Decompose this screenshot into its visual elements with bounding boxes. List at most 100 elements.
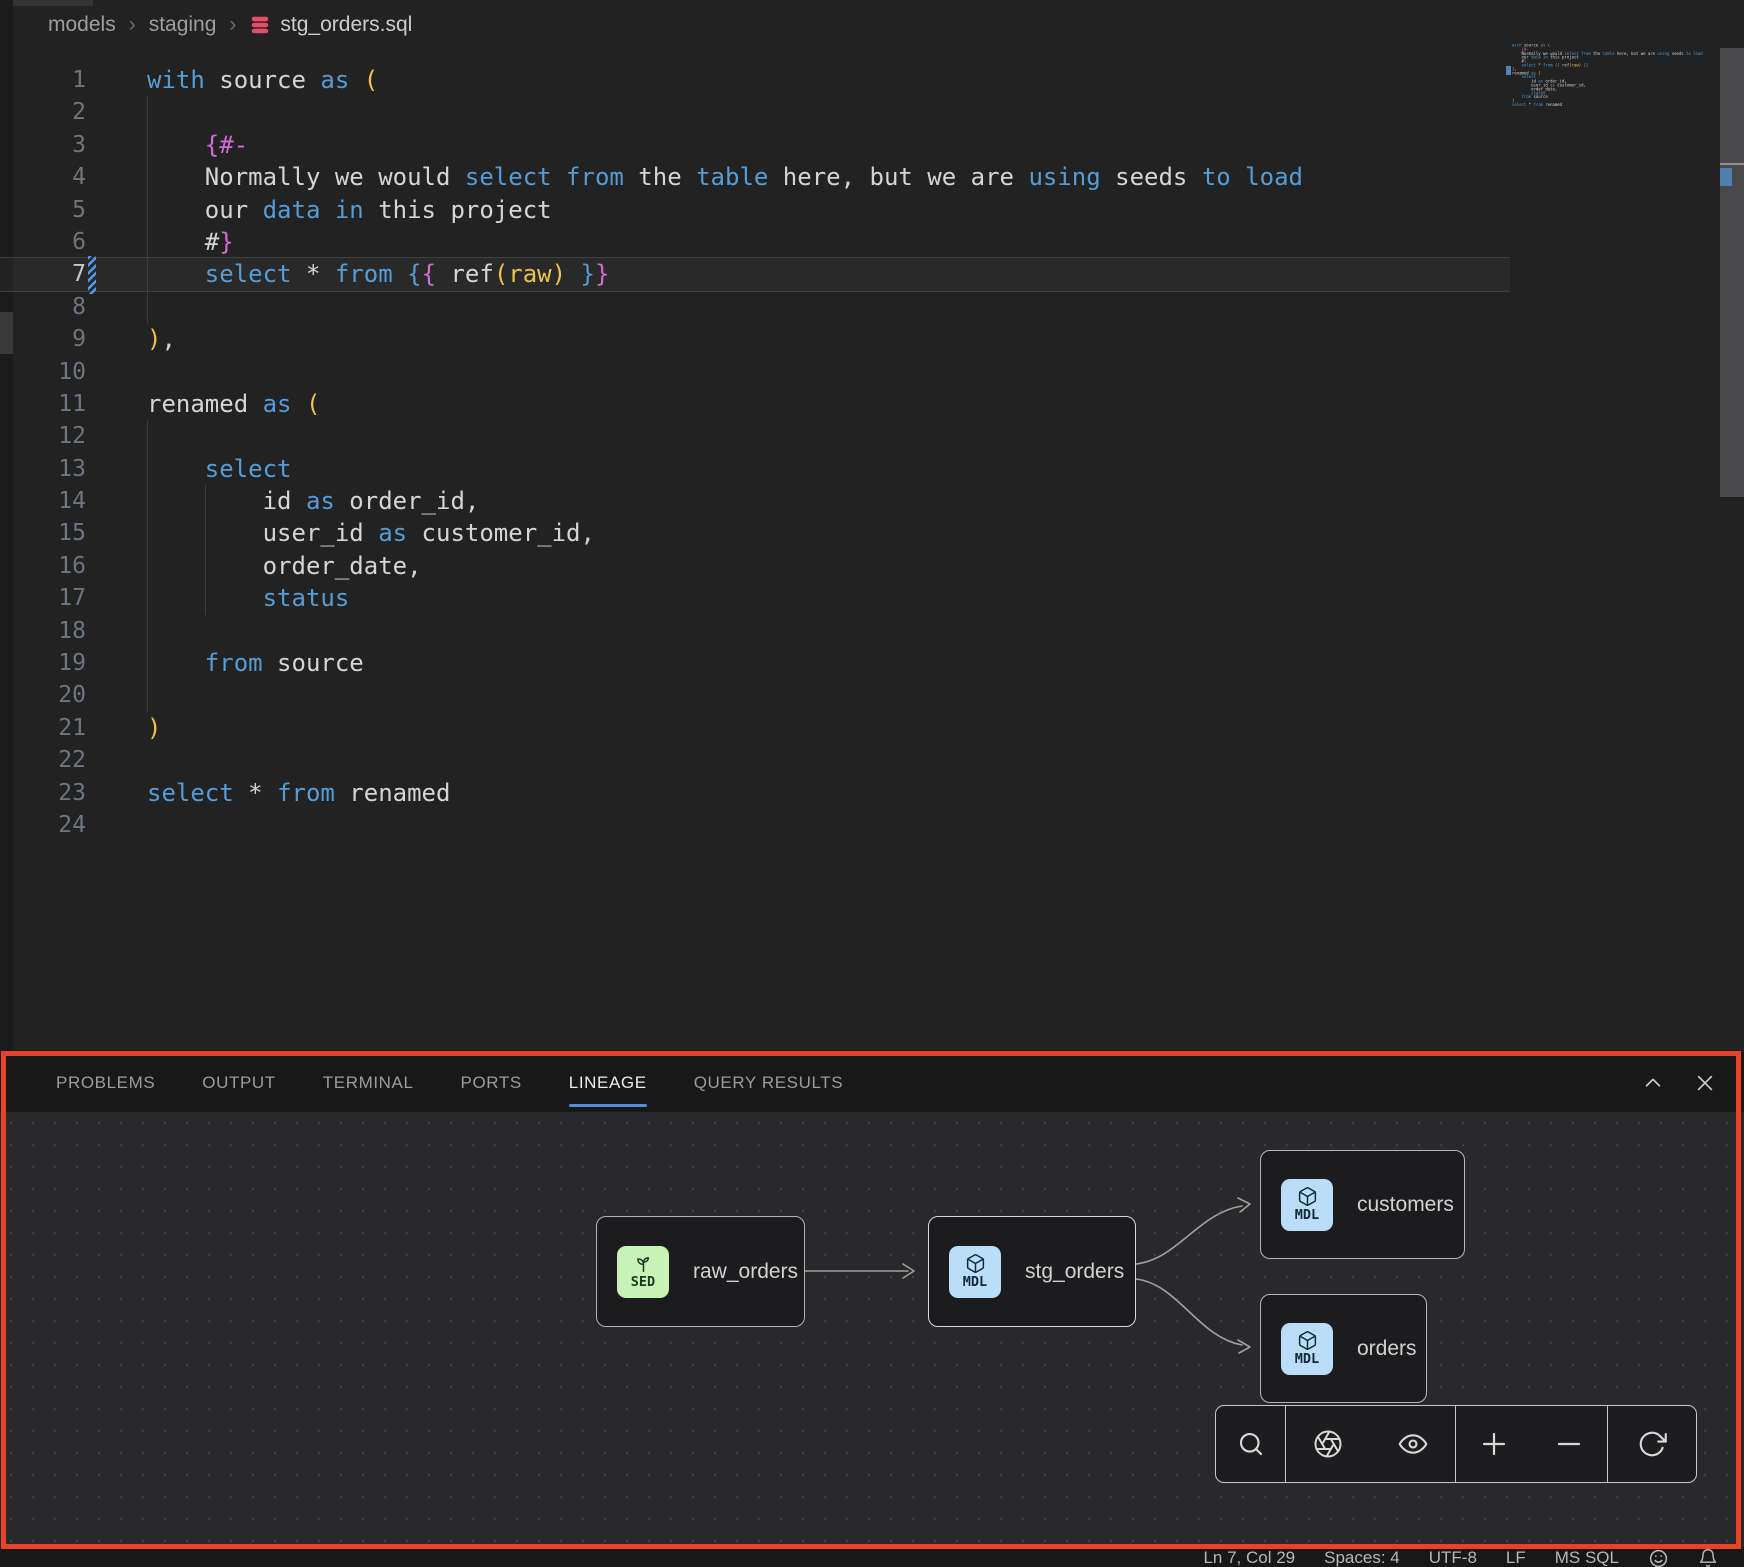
plus-icon	[1479, 1429, 1509, 1459]
breadcrumb-folder-models[interactable]: models	[48, 13, 116, 37]
minus-icon	[1554, 1429, 1584, 1459]
line-number: 17	[0, 582, 86, 614]
lineage-node-stg-orders[interactable]: MDL stg_orders	[928, 1216, 1136, 1327]
code-line-22[interactable]: 22	[0, 744, 1510, 776]
line-number: 10	[0, 356, 86, 388]
code-line-4[interactable]: 4 Normally we would select from the tabl…	[0, 161, 1510, 193]
code-line-17[interactable]: 17 status	[0, 582, 1510, 614]
code-line-11[interactable]: 11renamed as (	[0, 388, 1510, 420]
line-number: 16	[0, 550, 86, 582]
code-line-12[interactable]: 12	[0, 420, 1510, 452]
tab-query-results[interactable]: QUERY RESULTS	[694, 1053, 844, 1112]
model-badge: MDL	[1281, 1323, 1333, 1375]
lineage-toolbar	[1215, 1405, 1697, 1483]
line-number: 9	[0, 323, 86, 355]
code-lines[interactable]: 1with source as (23 {#-4 Normally we wou…	[0, 64, 1510, 841]
code-line-13[interactable]: 13 select	[0, 453, 1510, 485]
breadcrumb-separator-icon: ›	[229, 13, 236, 37]
code-line-20[interactable]: 20	[0, 679, 1510, 711]
line-number: 18	[0, 615, 86, 647]
breadcrumb-separator-icon: ›	[129, 13, 136, 37]
search-button[interactable]	[1229, 1422, 1273, 1466]
code-line-21[interactable]: 21)	[0, 712, 1510, 744]
eye-icon	[1397, 1428, 1429, 1460]
refresh-button[interactable]	[1630, 1422, 1674, 1466]
line-number: 3	[0, 129, 86, 161]
panel-tab-bar-tabs: PROBLEMS OUTPUT TERMINAL PORTS LINEAGE QUERY …	[56, 1053, 843, 1112]
line-number: 6	[0, 226, 86, 258]
lineage-canvas[interactable]: SED raw_orders MDL stg_orders MDL	[0, 1112, 1744, 1547]
lineage-node-customers[interactable]: MDL customers	[1260, 1150, 1465, 1259]
code-line-1[interactable]: 1with source as (	[0, 64, 1510, 96]
model-badge: MDL	[1281, 1179, 1333, 1231]
breadcrumb-file[interactable]: stg_orders.sql	[249, 13, 412, 37]
badge-label: MDL	[963, 1274, 987, 1290]
line-number: 21	[0, 712, 86, 744]
close-panel-icon[interactable]	[1694, 1072, 1716, 1094]
minimap-code: with source as ( {#- Normally we would s…	[1512, 44, 1607, 107]
editor-tab-remnant	[13, 0, 93, 6]
line-number: 15	[0, 517, 86, 549]
tab-problems[interactable]: PROBLEMS	[56, 1053, 155, 1112]
line-number: 23	[0, 777, 86, 809]
code-line-6[interactable]: 6 #}	[0, 226, 1510, 258]
breadcrumb-folder-staging[interactable]: staging	[149, 13, 217, 37]
code-line-3[interactable]: 3 {#-	[0, 129, 1510, 161]
editor-scrollbar-thumb[interactable]	[1720, 48, 1744, 497]
lineage-node-orders[interactable]: MDL orders	[1260, 1294, 1427, 1403]
code-line-2[interactable]: 2	[0, 96, 1510, 128]
status-language-mode[interactable]: MS SQL	[1555, 1548, 1619, 1567]
panel-actions	[1642, 1072, 1744, 1094]
database-file-icon	[249, 14, 271, 36]
panel-tab-bar: PROBLEMS OUTPUT TERMINAL PORTS LINEAGE QUERY …	[0, 1053, 1744, 1112]
status-encoding[interactable]: UTF-8	[1429, 1548, 1477, 1567]
code-line-14[interactable]: 14 id as order_id,	[0, 485, 1510, 517]
code-line-23[interactable]: 23select * from renamed	[0, 777, 1510, 809]
refresh-icon	[1637, 1429, 1667, 1459]
scrollbar-decoration-line	[1720, 163, 1744, 165]
code-line-7[interactable]: 7 select * from {{ ref(raw) }}	[0, 258, 1510, 290]
lineage-node-raw-orders[interactable]: SED raw_orders	[596, 1216, 805, 1327]
line-number: 22	[0, 744, 86, 776]
code-editor[interactable]: models › staging › stg_orders.sql 1with …	[0, 0, 1744, 1053]
node-label: orders	[1357, 1337, 1417, 1361]
code-line-18[interactable]: 18	[0, 615, 1510, 647]
code-line-10[interactable]: 10	[0, 356, 1510, 388]
indent-guide	[147, 420, 148, 712]
feedback-smiley-icon[interactable]	[1648, 1548, 1669, 1567]
tab-output[interactable]: OUTPUT	[202, 1053, 275, 1112]
node-label: customers	[1357, 1193, 1454, 1217]
indent-guide	[147, 96, 148, 323]
code-line-5[interactable]: 5 our data in this project	[0, 194, 1510, 226]
status-indentation[interactable]: Spaces: 4	[1324, 1548, 1400, 1567]
tab-lineage[interactable]: LINEAGE	[569, 1053, 647, 1112]
aperture-button[interactable]	[1306, 1422, 1350, 1466]
code-line-9[interactable]: 9),	[0, 323, 1510, 355]
cube-icon	[1297, 1330, 1318, 1351]
seed-badge: SED	[617, 1246, 669, 1298]
zoom-in-button[interactable]	[1472, 1422, 1516, 1466]
code-line-16[interactable]: 16 order_date,	[0, 550, 1510, 582]
status-eol[interactable]: LF	[1506, 1548, 1526, 1567]
maximize-panel-chevron-up-icon[interactable]	[1642, 1072, 1664, 1094]
eye-button[interactable]	[1391, 1422, 1435, 1466]
line-number: 19	[0, 647, 86, 679]
minimap[interactable]: with source as ( {#- Normally we would s…	[1512, 44, 1722, 334]
code-line-8[interactable]: 8	[0, 291, 1510, 323]
minimap-modified-marker	[1506, 66, 1511, 75]
code-line-19[interactable]: 19 from source	[0, 647, 1510, 679]
line-number: 13	[0, 453, 86, 485]
tab-terminal[interactable]: TERMINAL	[323, 1053, 414, 1112]
aperture-icon	[1313, 1429, 1343, 1459]
node-label: raw_orders	[693, 1260, 798, 1284]
code-line-15[interactable]: 15 user_id as customer_id,	[0, 517, 1510, 549]
notifications-bell-icon[interactable]	[1698, 1548, 1718, 1567]
line-number: 5	[0, 194, 86, 226]
status-cursor-position[interactable]: Ln 7, Col 29	[1203, 1548, 1295, 1567]
zoom-out-button[interactable]	[1547, 1422, 1591, 1466]
breadcrumb: models › staging › stg_orders.sql	[48, 9, 412, 41]
code-line-24[interactable]: 24	[0, 809, 1510, 841]
model-badge: MDL	[949, 1246, 1001, 1298]
line-number: 14	[0, 485, 86, 517]
tab-ports[interactable]: PORTS	[461, 1053, 522, 1112]
